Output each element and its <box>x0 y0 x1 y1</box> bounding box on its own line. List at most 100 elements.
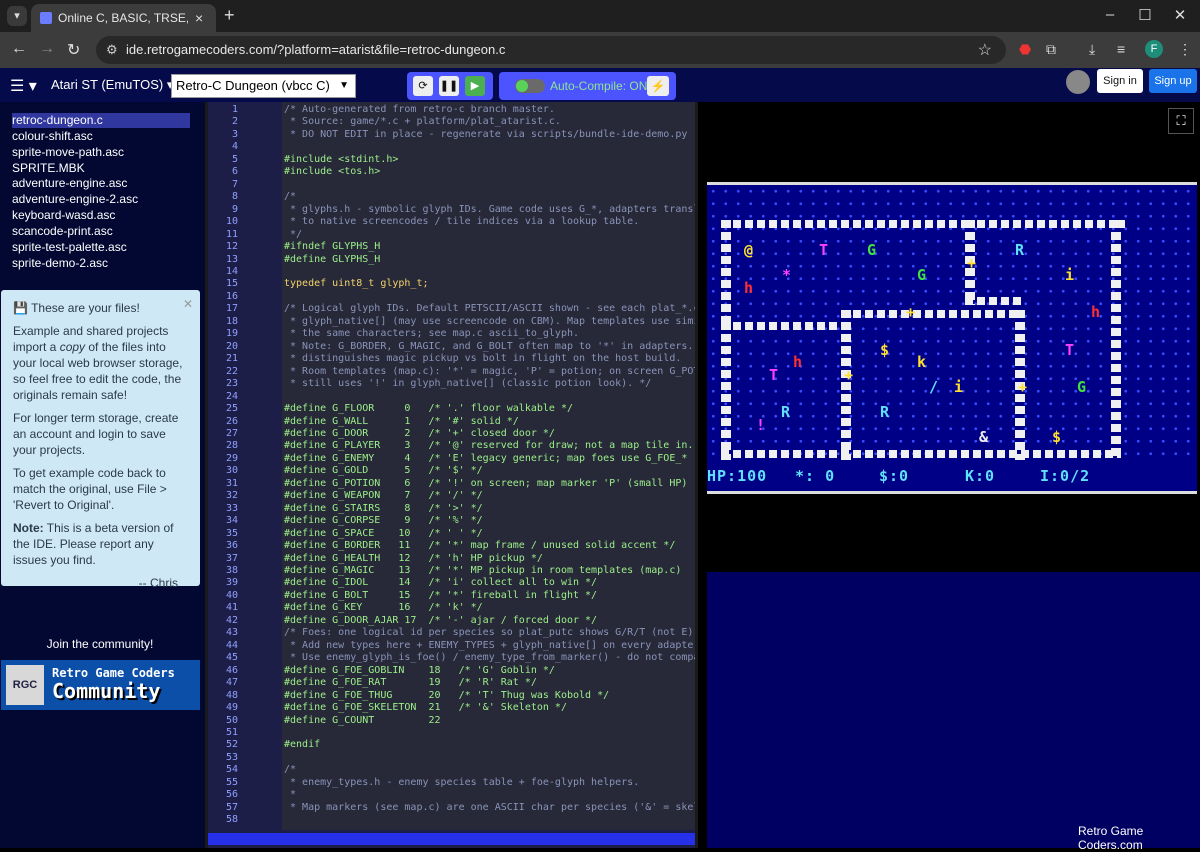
code-line[interactable]: #define G_FOE_THUG 20 /* 'T' Thug was Ko… <box>284 690 609 702</box>
code-line[interactable]: #ifndef GLYPHS_H <box>284 241 380 253</box>
code-line[interactable]: #define G_MAGIC 13 /* '*' MP pickup in r… <box>284 565 681 577</box>
code-line[interactable]: * glyph_native[] (may use screencode on … <box>284 316 695 328</box>
code-line[interactable]: #endif <box>284 739 320 751</box>
code-line[interactable]: #define G_IDOL 14 /* 'i' collect all to … <box>284 577 597 589</box>
tab-search-button[interactable]: ▾ <box>7 6 27 26</box>
code-line[interactable]: * Use enemy_glyph_is_foe() / enemy_type_… <box>284 652 695 664</box>
code-line[interactable]: #define G_BOLT 15 /* '*' fireball in fli… <box>284 590 597 602</box>
code-line[interactable]: * still uses '!' in glyph_native[] (clas… <box>284 378 651 390</box>
code-line[interactable]: #define G_WALL 1 /* '#' solid */ <box>284 416 519 428</box>
close-window-icon[interactable]: ✕ <box>1170 6 1190 24</box>
fullscreen-icon[interactable]: ⛶ <box>1168 108 1194 134</box>
code-line[interactable]: /* Foes: one logical id per species so p… <box>284 627 695 639</box>
hamburger-menu-icon[interactable]: ☰ ▾ <box>10 76 37 96</box>
code-line[interactable]: * Room templates (map.c): '*' = magic, '… <box>284 366 695 378</box>
code-area[interactable]: /* Auto-generated from retro-c branch ma… <box>284 102 695 830</box>
code-line[interactable]: * glyphs.h - symbolic glyph IDs. Game co… <box>284 204 695 216</box>
code-line[interactable]: * <box>284 789 296 801</box>
close-notice-icon[interactable]: ✕ <box>183 296 193 312</box>
code-line[interactable]: #define G_CORPSE 9 /* '%' */ <box>284 515 483 527</box>
file-item[interactable]: sprite-test-palette.asc <box>12 240 190 255</box>
code-line[interactable]: * Add new types here + ENEMY_TYPES + gly… <box>284 640 695 652</box>
file-item[interactable]: keyboard-wasd.asc <box>12 208 190 223</box>
code-line[interactable]: * to native screencodes / tile indices v… <box>284 216 639 228</box>
code-line[interactable]: #include <tos.h> <box>284 166 380 178</box>
code-line[interactable]: * Map markers (see map.c) are one ASCII … <box>284 802 695 814</box>
code-line[interactable]: * DO NOT EDIT in place - regenerate via … <box>284 129 687 141</box>
code-line[interactable]: #define G_SPACE 10 /* ' ' */ <box>284 528 483 540</box>
emulator-screen[interactable]: @ T G R * G + i h + h $ T h k T + / i + … <box>707 182 1197 494</box>
file-item[interactable]: adventure-engine-2.asc <box>12 192 190 207</box>
code-line[interactable]: #define G_POTION 6 /* '!' on screen; map… <box>284 478 687 490</box>
url-text[interactable]: ide.retrogamecoders.com/?platform=ataris… <box>126 42 505 57</box>
code-line[interactable]: #define G_DOOR 2 /* '+' closed door */ <box>284 428 555 440</box>
code-line[interactable]: /* Logical glyph IDs. Default PETSCII/AS… <box>284 303 695 315</box>
bookmark-star-icon[interactable]: ☆ <box>978 40 992 60</box>
back-arrow-icon[interactable]: ← <box>11 40 27 58</box>
community-banner-link[interactable]: RGC Retro Game Coders Community <box>1 660 200 710</box>
minimize-icon[interactable]: – <box>1100 6 1120 23</box>
new-tab-button[interactable]: + <box>224 5 235 26</box>
file-item[interactable]: retroc-dungeon.c <box>12 113 190 128</box>
code-line[interactable]: * distinguishes magic pickup vs bolt in … <box>284 353 681 365</box>
sign-up-button[interactable]: Sign up <box>1149 69 1197 93</box>
code-line[interactable]: * Note: G_BORDER, G_MAGIC, and G_BOLT of… <box>284 341 693 353</box>
code-line[interactable]: * Source: game/*.c + platform/plat_atari… <box>284 116 561 128</box>
browser-tab[interactable]: Online C, BASIC, TRSE,and Assembler IDE … <box>31 4 216 32</box>
compile-bolt-button[interactable]: ⚡ <box>647 76 669 96</box>
editor-horizontal-scrollbar[interactable] <box>208 830 695 848</box>
address-bar[interactable]: ⚙ ide.retrogamecoders.com/?platform=atar… <box>96 36 1006 64</box>
code-line[interactable]: /* Auto-generated from retro-c branch ma… <box>284 104 555 116</box>
code-line[interactable]: #define G_DOOR_AJAR 17 /* '-' ajar / for… <box>284 615 597 627</box>
code-line[interactable]: #define G_COUNT 22 <box>284 715 441 727</box>
scrollbar-thumb[interactable] <box>208 833 695 845</box>
reload-icon[interactable]: ↻ <box>67 40 80 60</box>
file-item[interactable]: sprite-demo-2.asc <box>12 256 190 271</box>
file-item[interactable]: colour-shift.asc <box>12 129 190 144</box>
code-line[interactable]: #define G_FLOOR 0 /* '.' floor walkable … <box>284 403 573 415</box>
extensions-puzzle-icon[interactable]: ⧉ <box>1046 41 1056 58</box>
platform-menu[interactable]: Atari ST (EmuTOS) ▾ <box>51 77 173 93</box>
code-line[interactable]: #define GLYPHS_H <box>284 254 380 266</box>
code-line[interactable]: /* <box>284 191 296 203</box>
code-line[interactable]: #define G_KEY 16 /* 'k' */ <box>284 602 483 614</box>
code-line[interactable]: #define G_FOE_GOBLIN 18 /* 'G' Goblin */ <box>284 665 555 677</box>
code-line[interactable]: #define G_WEAPON 7 /* '/' */ <box>284 490 483 502</box>
code-editor[interactable]: 1 2 3 4 5 6 7 8 9 10 11 12 13 14 15 16 17 18 19 20 21 22 23 24 2… <box>208 102 695 830</box>
file-item[interactable]: sprite-move-path.asc <box>12 145 190 160</box>
maximize-icon[interactable]: ☐ <box>1135 6 1155 24</box>
hud-hp: HP:100 <box>707 467 768 485</box>
code-line[interactable]: #define G_HEALTH 12 /* 'h' HP pickup */ <box>284 553 543 565</box>
code-line[interactable]: /* <box>284 764 296 776</box>
file-item[interactable]: SPRITE.MBK <box>12 161 190 176</box>
code-line[interactable]: #define G_BORDER 11 /* '*' map frame / u… <box>284 540 675 552</box>
code-line[interactable]: * enemy_types.h - enemy species table + … <box>284 777 639 789</box>
code-line[interactable]: typedef uint8_t glyph_t; <box>284 278 429 290</box>
file-item[interactable]: scancode-print.asc <box>12 224 190 239</box>
forward-arrow-icon[interactable]: → <box>39 40 55 58</box>
extension-shield-icon[interactable]: ⬣ <box>1019 41 1031 58</box>
code-line[interactable]: #include <stdint.h> <box>284 154 398 166</box>
code-line[interactable]: * the same characters; see map.c ascii_t… <box>284 328 579 340</box>
auto-compile-toggle[interactable] <box>515 79 545 93</box>
code-line[interactable]: #define G_ENEMY 4 /* 'E' legacy generic;… <box>284 453 687 465</box>
reset-button[interactable]: ⟳ <box>413 76 433 96</box>
file-select[interactable]: Retro-C Dungeon (vbcc C) ▼ <box>171 74 356 98</box>
sign-in-button[interactable]: Sign in <box>1097 69 1143 93</box>
code-line[interactable]: #define G_GOLD 5 /* '$' */ <box>284 465 483 477</box>
code-line[interactable]: #define G_STAIRS 8 /* '>' */ <box>284 503 483 515</box>
file-item[interactable]: adventure-engine.asc <box>12 176 190 191</box>
user-avatar-icon[interactable] <box>1066 70 1090 94</box>
site-info-icon[interactable]: ⚙ <box>106 42 118 58</box>
close-tab-icon[interactable]: × <box>195 10 203 26</box>
code-line[interactable]: #define G_FOE_RAT 19 /* 'R' Rat */ <box>284 677 537 689</box>
profile-avatar[interactable]: F <box>1145 40 1163 58</box>
code-line[interactable]: */ <box>284 229 302 241</box>
code-line[interactable]: #define G_PLAYER 3 /* '@' reserved for d… <box>284 440 693 452</box>
play-button[interactable]: ▶ <box>465 76 485 96</box>
downloads-icon[interactable]: ⤓ <box>1089 41 1095 58</box>
media-control-icon[interactable]: ≡ <box>1117 41 1125 57</box>
pause-button[interactable]: ❚❚ <box>439 76 459 96</box>
browser-menu-icon[interactable]: ⋮ <box>1178 41 1192 58</box>
code-line[interactable]: #define G_FOE_SKELETON 21 /* '&' Skeleto… <box>284 702 567 714</box>
